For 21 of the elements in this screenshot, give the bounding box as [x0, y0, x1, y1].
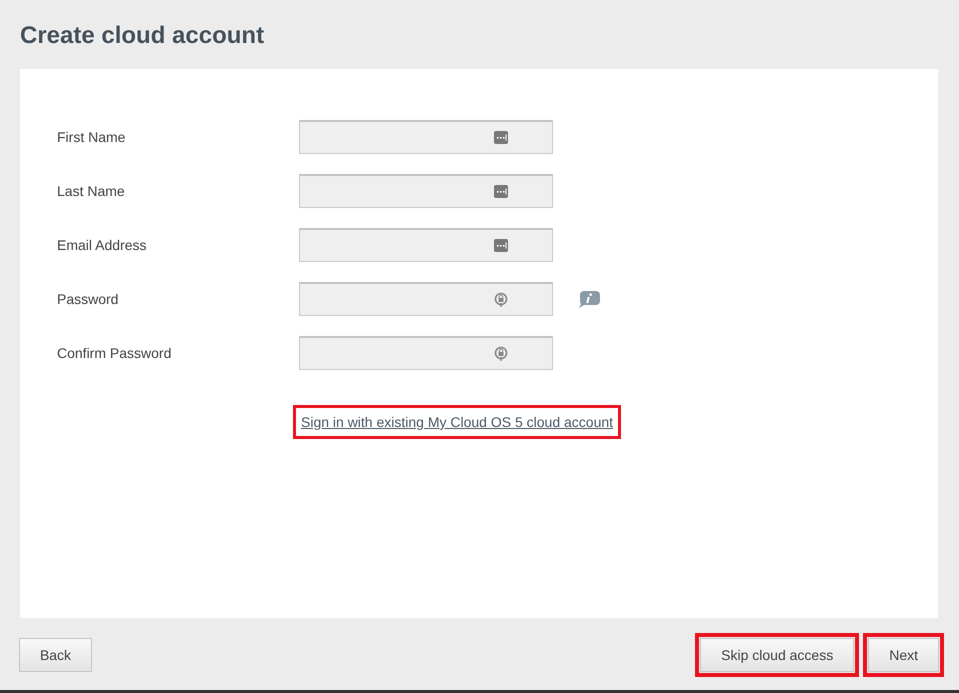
- ellipsis-icon: [494, 131, 508, 144]
- field-label: Password: [57, 291, 120, 307]
- lock-icon: [494, 292, 508, 308]
- input-field[interactable]: [299, 336, 553, 370]
- footer-button[interactable]: Back: [19, 638, 92, 672]
- footer-button[interactable]: Next: [868, 638, 939, 672]
- field-label: First Name: [57, 129, 126, 145]
- field-label: Email Address: [57, 237, 148, 253]
- footer-button[interactable]: Skip cloud access: [700, 638, 854, 672]
- input-field[interactable]: [299, 174, 553, 208]
- input-field[interactable]: [299, 282, 553, 316]
- field-label: Confirm Password: [57, 345, 172, 361]
- field-label: Last Name: [57, 183, 126, 199]
- sign-in-link[interactable]: Sign in with existing My Cloud OS 5 cloud account: [301, 412, 614, 432]
- input-field[interactable]: [299, 228, 553, 262]
- input-field[interactable]: [299, 120, 553, 154]
- ellipsis-icon: [494, 185, 508, 198]
- lock-icon: [494, 346, 508, 362]
- info-icon[interactable]: [578, 290, 600, 308]
- ellipsis-icon: [494, 239, 508, 252]
- page-title: Create cloud account: [20, 22, 266, 51]
